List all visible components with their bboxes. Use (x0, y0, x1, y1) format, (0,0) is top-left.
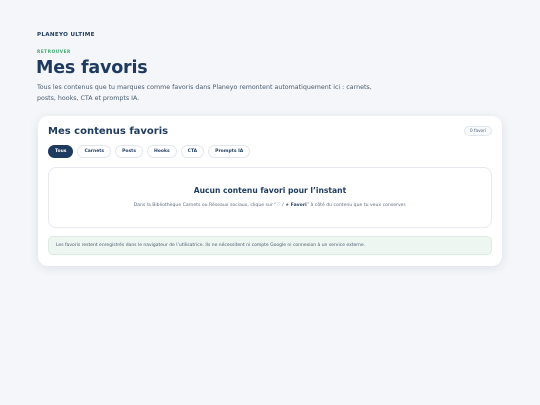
empty-desc-before: Dans la Bibliothèque Carnets ou Réseaux … (133, 203, 291, 208)
empty-desc-favorite-word: Favori (290, 203, 307, 208)
tab-cta[interactable]: CTA (180, 145, 205, 158)
card-title: Mes contenus favoris (48, 126, 169, 137)
section-eyebrow: RETROUVER (37, 49, 71, 54)
storage-notice: Les favoris restent enregistrés dans le … (48, 236, 492, 255)
page-intro: Tous les contenus que tu marques comme f… (37, 84, 372, 102)
tab-hooks[interactable]: Hooks (147, 145, 177, 158)
filter-tabs: Tous Carnets Posts Hooks CTA Prompts IA (48, 145, 251, 158)
favorites-count-badge: 0 favori (464, 126, 492, 136)
page-title: Mes favoris (36, 58, 148, 78)
favorites-card: Mes contenus favoris 0 favori Tous Carne… (38, 116, 502, 266)
empty-desc-after: ” à côté du contenu que tu veux conserve… (306, 203, 407, 208)
empty-state-description: Dans la Bibliothèque Carnets ou Réseaux … (49, 203, 491, 208)
tab-posts[interactable]: Posts (115, 145, 144, 158)
tab-all[interactable]: Tous (48, 145, 74, 158)
empty-state-panel: Aucun contenu favori pour l’instant Dans… (48, 167, 492, 228)
tab-ai-prompts[interactable]: Prompts IA (208, 145, 251, 158)
empty-state-title: Aucun contenu favori pour l’instant (193, 186, 347, 195)
tab-notebooks[interactable]: Carnets (77, 145, 112, 158)
brand-label: PLANEYO ULTIME (37, 32, 95, 38)
